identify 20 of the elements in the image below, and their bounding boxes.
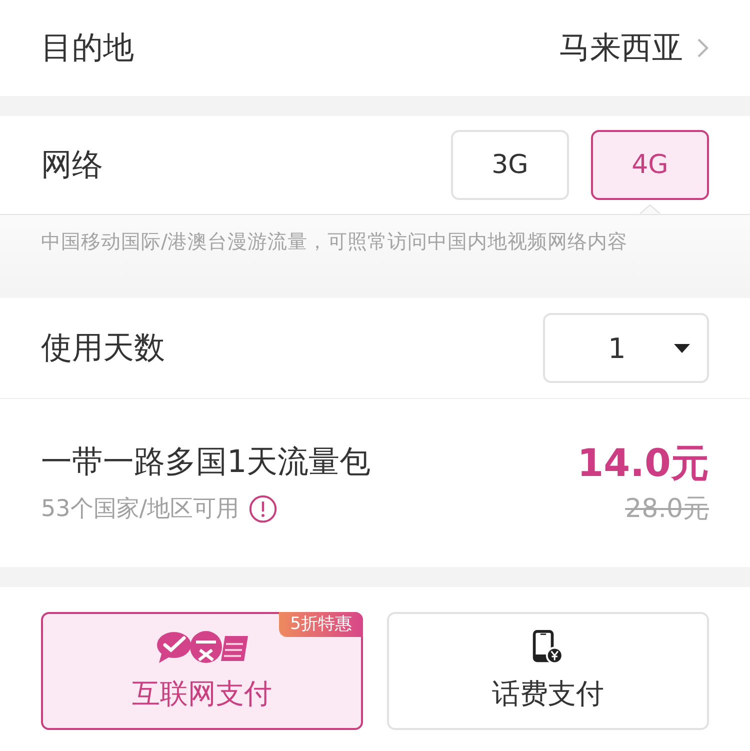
discount-badge: 5折特惠 [279, 612, 363, 637]
price-text: 14.0元 [577, 441, 709, 485]
days-dropdown[interactable]: 1 [543, 313, 709, 383]
payment-option[interactable]: 话费支付 [387, 612, 709, 730]
network-label: 网络 [41, 146, 103, 185]
destination-selector[interactable]: 马来西亚 [559, 28, 709, 68]
coverage-text: 53个国家/地区可用 [41, 495, 240, 524]
payment-option[interactable]: 互联网支付 5折特惠 [41, 612, 363, 730]
phone-coin-icon [532, 630, 564, 664]
destination-label: 目的地 [41, 29, 134, 68]
payment-logo-icon [156, 630, 248, 664]
original-price-text: 28.0元 [625, 493, 709, 525]
network-option[interactable]: 4G [591, 130, 709, 200]
package-title: 一带一路多国1天流量包 [41, 443, 371, 482]
network-option[interactable]: 3G [451, 130, 569, 200]
days-label: 使用天数 [41, 329, 165, 368]
network-note: 中国移动国际/港澳台漫游流量，可照常访问中国内地视频网络内容 [41, 230, 629, 254]
caret-down-icon [674, 344, 690, 352]
chevron-right-icon [697, 38, 709, 58]
info-icon[interactable] [249, 495, 278, 523]
